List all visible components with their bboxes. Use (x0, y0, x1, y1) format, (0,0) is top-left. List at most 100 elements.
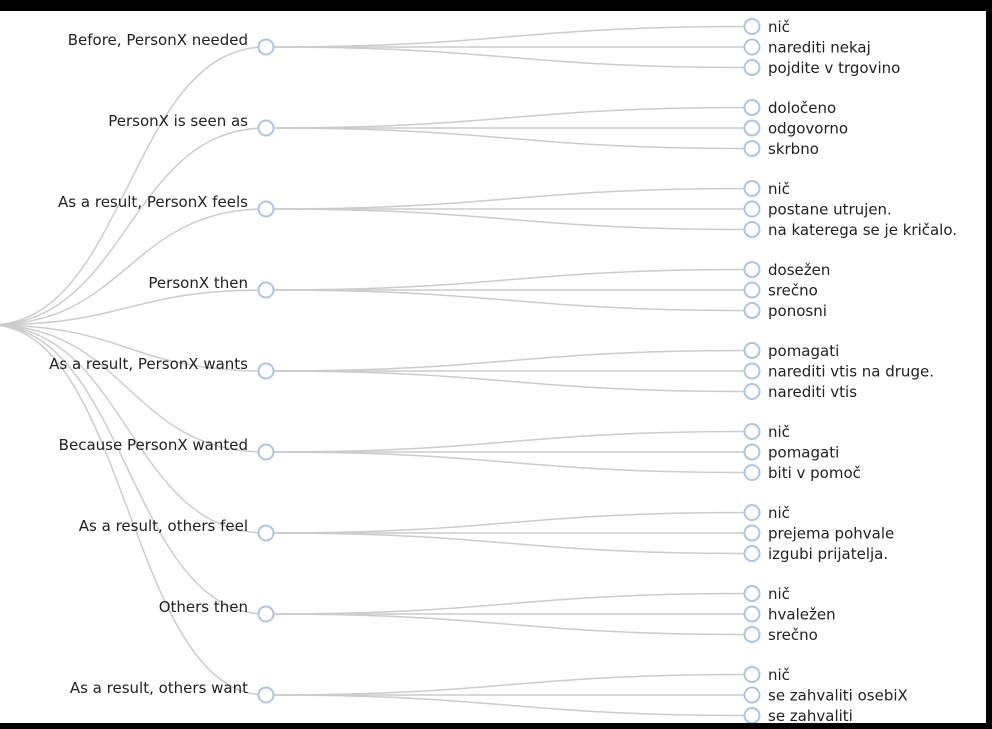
leaf-node[interactable]: na katerega se je kričalo. (743, 221, 958, 239)
leaf-node[interactable]: dosežen (743, 261, 831, 279)
link-category-leaf (265, 127, 753, 150)
node-circle[interactable] (743, 464, 761, 481)
category-label: As a result, others want (70, 679, 248, 697)
node-circle[interactable] (743, 605, 761, 623)
category-label: PersonX then (148, 274, 248, 292)
node-circle[interactable] (743, 119, 761, 137)
node-circle[interactable] (743, 281, 761, 299)
leaf-label: hvaležen (768, 605, 836, 623)
leaf-label: nič (768, 585, 790, 603)
leaf-node[interactable]: srečno (743, 281, 818, 299)
node-circle[interactable] (743, 180, 761, 197)
node-circle[interactable] (257, 281, 275, 299)
node-circle[interactable] (743, 585, 761, 602)
category-label: As a result, PersonX wants (49, 355, 248, 373)
leaf-node[interactable]: narediti vtis (743, 383, 858, 401)
node-circle[interactable] (743, 707, 761, 723)
node-circle[interactable] (743, 261, 761, 278)
category-node[interactable]: As a result, others feel (79, 517, 275, 542)
leaf-node[interactable]: narediti vtis na druge. (743, 362, 934, 380)
leaf-label: postane utrujen. (768, 200, 892, 218)
node-circle[interactable] (257, 119, 275, 137)
leaf-label: prejema pohvale (768, 524, 894, 542)
leaf-node[interactable]: nič (743, 666, 790, 684)
link-category-leaf (265, 349, 753, 372)
node-circle[interactable] (743, 59, 761, 76)
leaf-node[interactable]: se zahvaliti osebiX (743, 686, 908, 704)
leaf-label: skrbno (768, 140, 819, 158)
category-label: Because PersonX wanted (59, 436, 248, 454)
node-circle[interactable] (743, 200, 761, 218)
node-circle[interactable] (257, 443, 275, 461)
link-category-leaf (265, 673, 753, 696)
link-category-leaf (265, 694, 753, 717)
leaf-node[interactable]: pojdite v trgovino (743, 59, 901, 77)
leaf-label: nič (768, 666, 790, 684)
node-circle[interactable] (257, 605, 275, 623)
node-circle[interactable] (743, 362, 761, 380)
node-circle[interactable] (743, 626, 761, 643)
leaf-node[interactable]: nič (743, 504, 790, 522)
leaf-node[interactable]: skrbno (743, 140, 819, 158)
node-circle[interactable] (257, 524, 275, 542)
link-category-leaf (265, 613, 753, 636)
leaf-node[interactable]: nič (743, 423, 790, 441)
node-circle[interactable] (743, 221, 761, 238)
leaf-node[interactable]: hvaležen (743, 605, 836, 623)
leaf-node[interactable]: pomagati (743, 342, 840, 360)
node-circle[interactable] (743, 383, 761, 400)
node-circle[interactable] (743, 666, 761, 683)
link-root-category (0, 289, 267, 326)
link-category-leaf (265, 511, 753, 534)
leaf-node[interactable]: se zahvaliti (743, 707, 853, 723)
category-label: As a result, others feel (79, 517, 248, 535)
leaf-node[interactable]: biti v pomoč (743, 464, 861, 482)
link-category-leaf (265, 106, 753, 129)
node-circle[interactable] (257, 38, 275, 56)
link-category-leaf (265, 289, 753, 312)
leaf-node[interactable]: narediti nekaj (743, 38, 871, 56)
leaf-node[interactable]: pomagati (743, 443, 840, 461)
node-circle[interactable] (743, 443, 761, 461)
node-circle[interactable] (743, 140, 761, 157)
link-category-leaf (265, 370, 753, 393)
category-node[interactable]: As a result, PersonX wants (49, 355, 275, 380)
node-circle[interactable] (743, 686, 761, 704)
leaf-node[interactable]: nič (743, 180, 790, 198)
leaf-node[interactable]: izgubi prijatelja. (743, 545, 889, 563)
leaf-node[interactable]: odgovorno (743, 119, 849, 137)
node-circle[interactable] (743, 423, 761, 440)
link-root-category (0, 325, 267, 696)
category-node[interactable]: Because PersonX wanted (59, 436, 275, 461)
link-root-category (0, 208, 267, 326)
node-circle[interactable] (743, 18, 761, 35)
node-circle[interactable] (257, 686, 275, 704)
leaf-node[interactable]: prejema pohvale (743, 524, 895, 542)
category-node[interactable]: As a result, PersonX feels (58, 193, 275, 218)
node-circle[interactable] (743, 524, 761, 542)
leaf-label: določeno (768, 99, 836, 117)
link-category-leaf (265, 208, 753, 231)
category-label: Before, PersonX needed (68, 31, 248, 49)
node-circle[interactable] (743, 545, 761, 562)
leaf-node[interactable]: ponosni (743, 302, 827, 320)
leaf-label: nič (768, 18, 790, 36)
leaf-node[interactable]: srečno (743, 626, 818, 644)
node-circle[interactable] (743, 302, 761, 319)
node-circle[interactable] (743, 504, 761, 521)
node-circle[interactable] (743, 342, 761, 359)
node-circle[interactable] (743, 38, 761, 56)
leaf-label: srečno (768, 281, 818, 299)
node-circle[interactable] (743, 99, 761, 116)
category-node[interactable]: As a result, others want (70, 679, 275, 704)
leaf-node[interactable]: določeno (743, 99, 837, 117)
leaf-node[interactable]: postane utrujen. (743, 200, 892, 218)
category-node[interactable]: Before, PersonX needed (68, 31, 275, 56)
category-node[interactable]: PersonX is seen as (108, 112, 275, 137)
leaf-node[interactable]: nič (743, 585, 790, 603)
node-circle[interactable] (257, 200, 275, 218)
category-node[interactable]: PersonX then (148, 274, 275, 299)
leaf-node[interactable]: nič (743, 18, 790, 36)
node-circle[interactable] (257, 362, 275, 380)
category-node[interactable]: Others then (159, 598, 275, 623)
